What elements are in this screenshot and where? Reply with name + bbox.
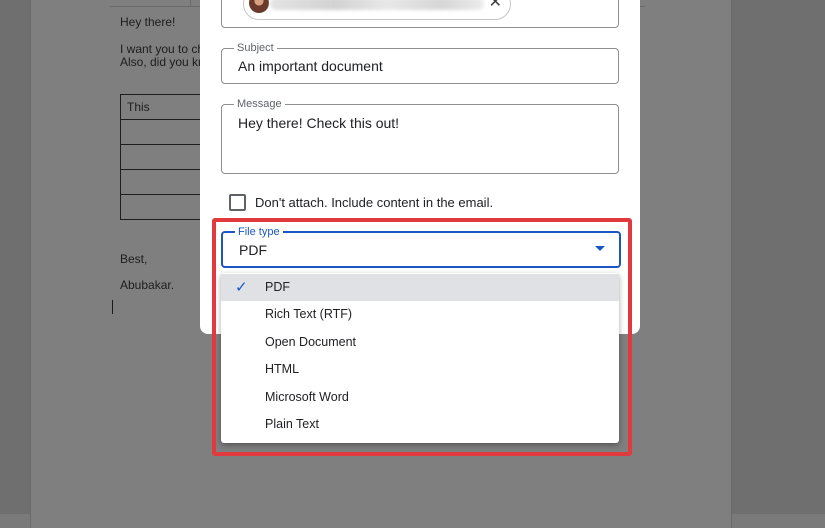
option-label: Rich Text (RTF)	[265, 307, 353, 321]
dont-attach-label: Don't attach. Include content in the ema…	[255, 195, 494, 210]
option-label: Plain Text	[265, 417, 319, 431]
close-icon[interactable]: ✕	[489, 0, 502, 12]
option-microsoft-word[interactable]: Microsoft Word	[221, 384, 619, 411]
recipient-chip[interactable]: ✕	[243, 0, 511, 20]
message-field[interactable]: Message Hey there! Check this out!	[221, 97, 619, 174]
option-open-document[interactable]: Open Document	[221, 329, 619, 356]
check-icon: ✓	[235, 279, 248, 296]
message-label: Message	[234, 97, 285, 111]
option-label: PDF	[265, 280, 290, 294]
doc-line-2: Also, did you kn	[120, 55, 205, 69]
option-html[interactable]: HTML	[221, 356, 619, 383]
option-rtf[interactable]: Rich Text (RTF)	[221, 301, 619, 328]
message-value: Hey there! Check this out!	[238, 115, 400, 131]
doc-greeting: Hey there!	[120, 15, 176, 29]
dont-attach-checkbox[interactable]	[229, 194, 246, 211]
subject-field[interactable]: Subject An important document	[221, 41, 619, 84]
option-label: HTML	[265, 362, 300, 376]
subject-label: Subject	[234, 41, 277, 55]
caret-down-icon[interactable]	[595, 246, 605, 251]
option-label: Microsoft Word	[265, 390, 349, 404]
doc-line-1: I want you to ch	[120, 42, 205, 56]
file-type-select[interactable]: File type PDF	[221, 225, 621, 268]
file-type-dropdown: ✓ PDF Rich Text (RTF) Open Document HTML…	[221, 273, 619, 443]
recipient-email-redacted	[270, 0, 484, 10]
doc-closing: Best,	[120, 252, 148, 266]
avatar	[249, 0, 269, 13]
file-type-label: File type	[235, 225, 283, 239]
file-type-value: PDF	[239, 242, 267, 258]
option-plain-text[interactable]: Plain Text	[221, 411, 619, 438]
option-label: Open Document	[265, 335, 357, 349]
text-cursor	[112, 300, 113, 314]
subject-value: An important document	[238, 58, 383, 74]
doc-signature: Abubakar.	[120, 278, 175, 292]
option-pdf[interactable]: ✓ PDF	[221, 274, 619, 301]
